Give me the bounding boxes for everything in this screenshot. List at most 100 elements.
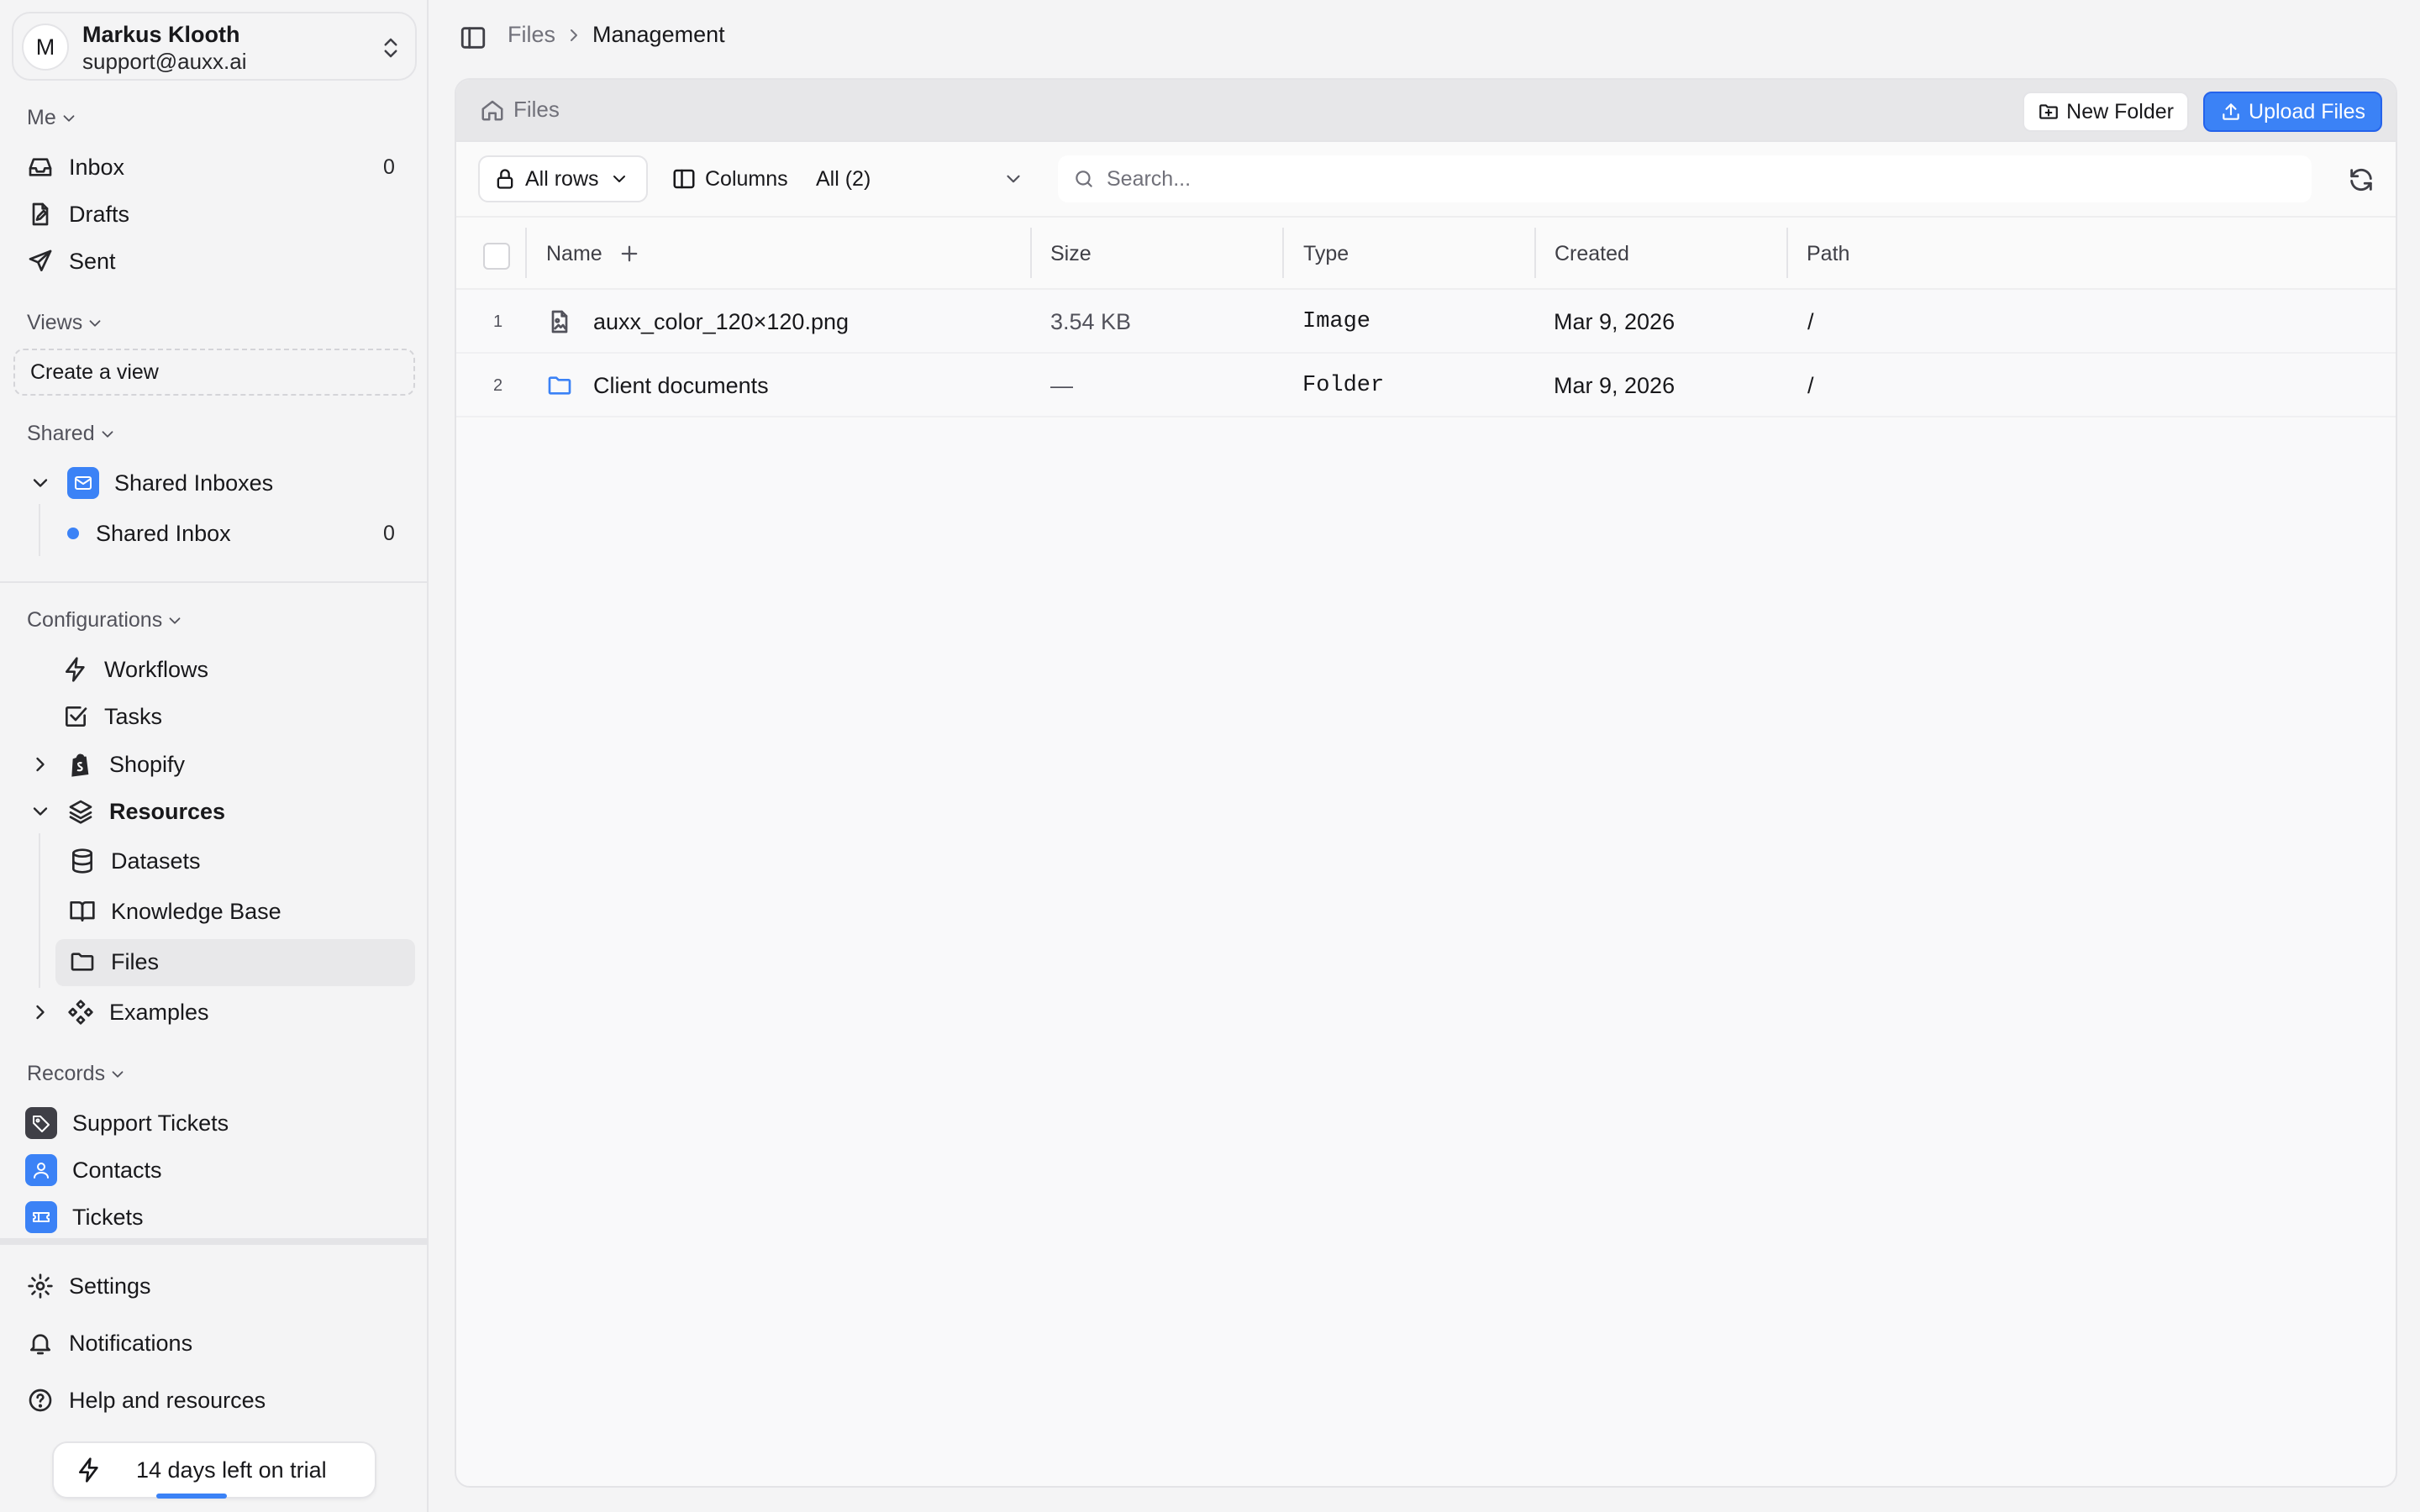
- sidebar-item-label: Notifications: [69, 1330, 193, 1356]
- chevron-right-icon[interactable]: [29, 1000, 52, 1024]
- trial-button[interactable]: 14 days left on trial: [52, 1441, 376, 1499]
- sidebar-item-sent[interactable]: Sent: [27, 239, 405, 283]
- sidebar-item-workflows[interactable]: Workflows: [62, 648, 407, 691]
- sidebar-item-label: Files: [111, 948, 160, 974]
- row-scope-dropdown[interactable]: All rows: [478, 155, 648, 202]
- create-view-button[interactable]: Create a view: [13, 349, 415, 396]
- lock-icon: [497, 169, 513, 189]
- select-all-checkbox[interactable]: [483, 243, 510, 270]
- row-created: Mar 9, 2026: [1554, 308, 1676, 334]
- sidebar-item-notifications[interactable]: Notifications: [27, 1321, 405, 1365]
- trial-label: 14 days left on trial: [136, 1457, 327, 1483]
- database-icon: [69, 848, 96, 874]
- row-name-cell[interactable]: Client documents: [546, 354, 769, 417]
- sidebar-item-shopify[interactable]: Shopify: [67, 743, 412, 786]
- upload-files-button[interactable]: Upload Files: [2203, 92, 2382, 132]
- tree-guide: [39, 833, 40, 988]
- sidebar-item-tickets[interactable]: Tickets: [25, 1195, 403, 1239]
- chevron-down-icon[interactable]: [29, 800, 52, 823]
- sidebar-item-label: Drafts: [69, 201, 130, 227]
- row-number: 2: [493, 375, 503, 395]
- user-email: support@auxx.ai: [82, 49, 247, 74]
- column-header-path[interactable]: Path: [1807, 218, 1849, 290]
- sidebar-item-support-tickets[interactable]: Support Tickets: [25, 1101, 403, 1145]
- sidebar-item-tasks[interactable]: Tasks: [62, 695, 407, 738]
- column-divider: [1534, 228, 1536, 278]
- filter-select[interactable]: All (2): [816, 155, 1024, 202]
- new-folder-button[interactable]: New Folder: [2023, 92, 2189, 132]
- search-field[interactable]: [1058, 155, 2312, 202]
- column-header-name[interactable]: Name: [546, 218, 641, 290]
- sidebar-item-label: Settings: [69, 1273, 151, 1299]
- refresh-icon[interactable]: [2347, 165, 2375, 194]
- column-divider: [1786, 228, 1788, 278]
- column-divider: [1030, 228, 1032, 278]
- column-divider: [525, 228, 527, 278]
- breadcrumb: Files Management: [508, 22, 725, 48]
- sidebar-item-examples[interactable]: Examples: [67, 990, 412, 1034]
- column-header-type[interactable]: Type: [1303, 218, 1349, 290]
- draft-icon: [27, 201, 54, 228]
- sidebar-item-label: Shopify: [109, 751, 186, 777]
- folder-plus-icon: [2039, 104, 2059, 119]
- search-icon: [1076, 171, 1092, 187]
- sidebar-item-datasets[interactable]: Datasets: [69, 839, 405, 883]
- table-row[interactable]: 2 Client documents — Folder Mar 9, 2026 …: [456, 354, 2396, 417]
- row-name: Client documents: [593, 372, 769, 398]
- sidebar-item-label: Support Tickets: [72, 1110, 229, 1136]
- sidebar-item-files[interactable]: Files: [69, 940, 405, 984]
- sidebar-item-help[interactable]: Help and resources: [27, 1378, 405, 1422]
- chevron-right-icon[interactable]: [29, 753, 52, 776]
- sidebar-item-label: Workflows: [104, 656, 209, 682]
- sidebar-item-drafts[interactable]: Drafts: [27, 192, 405, 236]
- chevron-down-icon: [169, 617, 181, 624]
- panel-title[interactable]: Files: [480, 97, 560, 123]
- section-shared[interactable]: Shared: [27, 422, 117, 446]
- section-shared-label: Shared: [27, 422, 95, 445]
- columns-icon: [673, 169, 695, 189]
- sidebar-item-contacts[interactable]: Contacts: [25, 1148, 403, 1192]
- section-views[interactable]: Views: [27, 311, 104, 335]
- column-header-created[interactable]: Created: [1555, 218, 1629, 290]
- section-records[interactable]: Records: [27, 1062, 127, 1086]
- section-configurations[interactable]: Configurations: [27, 608, 184, 633]
- gear-icon: [27, 1273, 54, 1299]
- section-me[interactable]: Me: [27, 106, 78, 130]
- bolt-icon: [62, 656, 89, 683]
- breadcrumb-current: Management: [592, 22, 725, 47]
- sidebar-item-label: Contacts: [72, 1157, 162, 1183]
- chevron-down-icon: [613, 176, 625, 182]
- sidebar-item-shared-inbox[interactable]: Shared Inbox 0: [67, 512, 403, 555]
- sidebar-item-label: Sent: [69, 248, 116, 274]
- chevron-down-icon: [102, 430, 113, 438]
- panel-title-label: Files: [513, 97, 560, 122]
- row-name-cell[interactable]: auxx_color_120×120.png: [546, 290, 849, 354]
- sidebar-item-inbox[interactable]: Inbox 0: [27, 145, 405, 189]
- user-name: Markus Klooth: [82, 22, 240, 47]
- components-icon: [67, 999, 94, 1026]
- help-circle-icon: [27, 1387, 54, 1414]
- plus-icon[interactable]: [618, 242, 641, 265]
- column-header-size[interactable]: Size: [1050, 218, 1092, 290]
- inbox-count: 0: [383, 155, 395, 179]
- sidebar-item-label: Help and resources: [69, 1387, 266, 1413]
- breadcrumb-files[interactable]: Files: [508, 22, 555, 48]
- sidebar-item-label: Datasets: [111, 848, 201, 874]
- sidebar-toggle-icon[interactable]: [459, 24, 487, 52]
- columns-button[interactable]: Columns: [671, 155, 788, 202]
- search-input[interactable]: [1107, 166, 2283, 192]
- shopify-icon: [67, 751, 94, 778]
- new-folder-label: New Folder: [2066, 99, 2174, 123]
- sidebar-item-resources[interactable]: Resources: [67, 790, 412, 833]
- chevron-down-icon[interactable]: [29, 471, 52, 495]
- chevrons-up-down-icon: [378, 34, 403, 62]
- sidebar-item-knowledge-base[interactable]: Knowledge Base: [69, 890, 405, 933]
- account-switcher[interactable]: M Markus Klooth support@auxx.ai: [12, 12, 417, 81]
- table-row[interactable]: 1 auxx_color_120×120.png 3.54 KB Image M…: [456, 290, 2396, 354]
- row-number: 1: [493, 312, 503, 331]
- tag-icon: [25, 1107, 57, 1139]
- sidebar-item-settings[interactable]: Settings: [27, 1264, 405, 1308]
- sidebar-item-shared-inboxes[interactable]: Shared Inboxes: [67, 461, 403, 505]
- section-records-label: Records: [27, 1062, 106, 1085]
- sidebar-item-label: Tickets: [72, 1204, 144, 1230]
